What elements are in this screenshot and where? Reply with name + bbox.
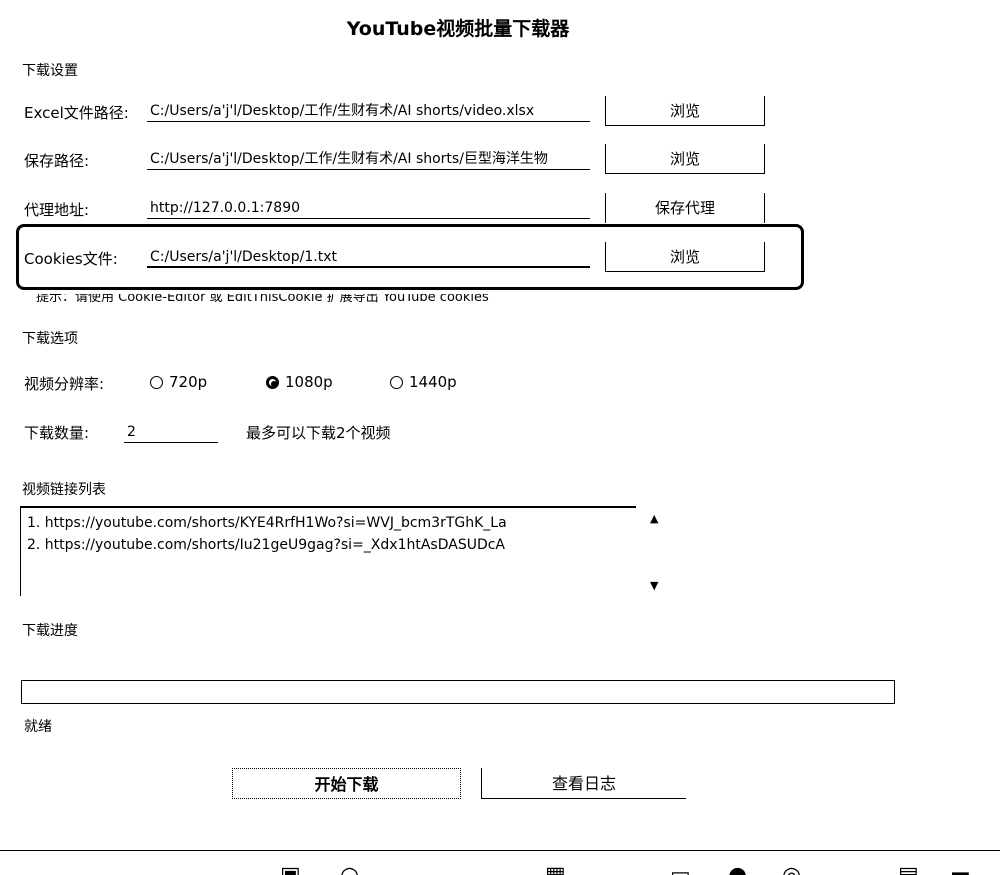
triangle-up-icon[interactable]: ▲ [650,512,658,525]
radio-1440p-label: 1440p [409,373,457,391]
radio-circle-icon [390,376,403,389]
triangle-down-icon[interactable]: ▼ [650,579,658,592]
window-title: YouTube视频批量下载器 [346,18,570,40]
link-list-textbox[interactable]: 1. https://youtube.com/shorts/KYE4RrfH1W… [20,506,636,596]
download-settings-heading: 下载设置 [22,63,78,79]
radio-1080p[interactable]: 1080p [266,373,333,391]
proxy-input[interactable]: http://127.0.0.1:7890 [147,197,590,219]
taskbar: ▣ ○ ▦ ▭ ● ◎ ▤ ▬ [0,850,1000,875]
proxy-label: 代理地址: [24,201,90,219]
progress-bar [21,680,895,704]
save-browse-button[interactable]: 浏览 [605,144,765,174]
count-label: 下载数量: [24,424,90,442]
save-path-label: 保存路径: [24,152,90,170]
radio-selected-icon [266,376,279,389]
radio-1440p[interactable]: 1440p [390,373,457,391]
radio-720p-label: 720p [169,373,208,391]
start-download-button[interactable]: 开始下载 [232,768,461,799]
excel-path-label: Excel文件路径: [24,104,129,122]
excel-path-input[interactable]: C:/Users/a'j'l/Desktop/工作/生财有术/AI shorts… [147,100,590,122]
save-path-input[interactable]: C:/Users/a'j'l/Desktop/工作/生财有术/AI shorts… [147,148,590,170]
excel-browse-button[interactable]: 浏览 [605,96,765,126]
radio-circle-icon [150,376,163,389]
cookies-label: Cookies文件: [24,250,118,268]
list-item: 1. https://youtube.com/shorts/KYE4RrfH1W… [27,515,507,531]
cookies-path-input[interactable]: C:/Users/a'j'l/Desktop/1.txt [147,246,590,268]
save-proxy-button[interactable]: 保存代理 [605,193,765,223]
download-options-heading: 下载选项 [22,331,78,347]
progress-heading: 下载进度 [22,623,78,639]
cookies-browse-button[interactable]: 浏览 [605,242,765,272]
status-text: 就绪 [24,719,52,735]
radio-720p[interactable]: 720p [150,373,207,391]
count-input[interactable]: 2 [124,421,218,443]
view-log-button[interactable]: 查看日志 [481,768,686,799]
resolution-label: 视频分辨率: [24,375,105,393]
count-note: 最多可以下载2个视频 [246,424,391,442]
list-item: 2. https://youtube.com/shorts/Iu21geU9ga… [27,537,506,553]
link-list-heading: 视频链接列表 [22,482,106,498]
radio-1080p-label: 1080p [285,373,333,391]
